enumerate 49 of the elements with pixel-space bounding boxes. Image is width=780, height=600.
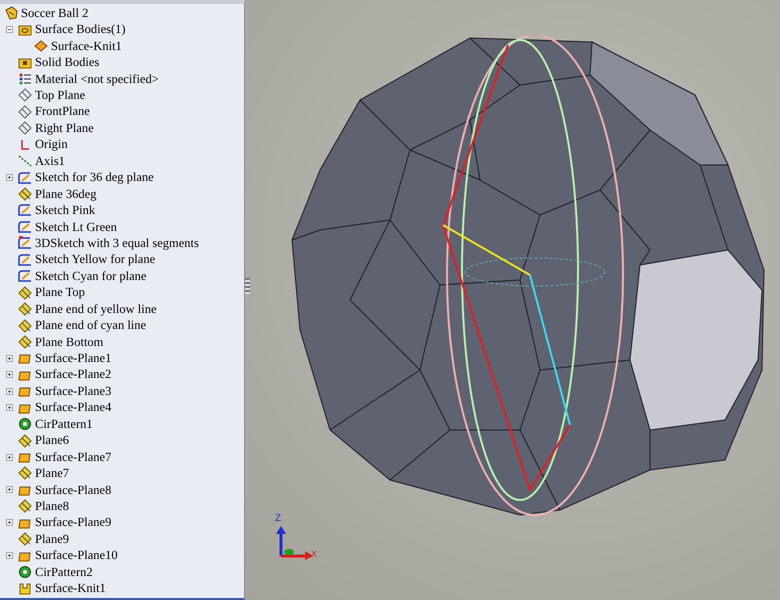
tree-item[interactable]: 3DSketch with 3 equal segments — [35, 234, 199, 253]
tree-item[interactable]: Plane9 — [35, 530, 70, 549]
tree-item[interactable]: Plane end of yellow line — [35, 300, 156, 318]
z-axis-label: Z — [275, 514, 282, 524]
expand-toggle[interactable] — [6, 486, 13, 494]
x-axis-label: X — [311, 550, 318, 559]
tree-item[interactable]: Surface-Plane8 — [35, 480, 112, 500]
tree-item[interactable]: Sketch for 36 deg plane — [35, 168, 154, 187]
tree-item[interactable]: Plane 36deg — [35, 184, 96, 204]
tree-item[interactable]: CirPattern2 — [35, 562, 93, 582]
tree-item[interactable]: Surface-Plane10 — [35, 546, 118, 566]
tree-item[interactable]: Surface-Plane9 — [35, 513, 112, 532]
tree-item[interactable]: Origin — [35, 135, 68, 154]
expand-toggle[interactable] — [6, 174, 13, 182]
tree-item[interactable]: Plane6 — [35, 431, 70, 450]
tree-item[interactable]: Plane end of cyan line — [35, 316, 146, 335]
tree-item[interactable]: Sketch Yellow for plane — [35, 250, 156, 270]
tree-item[interactable]: Top Plane — [35, 86, 86, 105]
expand-toggle[interactable] — [6, 404, 13, 412]
tree-item[interactable]: Soccer Ball 2 — [21, 4, 88, 23]
tree-item[interactable]: Plane Bottom — [35, 332, 104, 352]
tree-item[interactable]: Surface-Plane7 — [35, 448, 112, 466]
tree-item[interactable]: CirPattern1 — [35, 414, 93, 434]
tree-item[interactable]: Surface-Plane4 — [35, 398, 112, 418]
expand-toggle[interactable] — [6, 519, 13, 526]
tree-item[interactable]: FrontPlane — [35, 102, 90, 122]
tree-item[interactable]: Surface-Knit1 — [51, 36, 122, 56]
tree-item[interactable]: Surface-Plane3 — [35, 382, 112, 401]
tree-item[interactable]: Sketch Pink — [35, 201, 96, 220]
tree-item[interactable]: Plane7 — [35, 464, 70, 483]
expand-toggle[interactable] — [6, 388, 13, 395]
splitter-handle[interactable] — [245, 278, 250, 294]
tree-item[interactable]: Solid Bodies — [35, 53, 100, 72]
expand-toggle[interactable] — [6, 371, 13, 378]
tree-item[interactable]: Surface-Knit1 — [35, 579, 106, 598]
tree-item[interactable]: Surface-Plane1 — [35, 349, 112, 368]
expand-toggle[interactable] — [6, 552, 13, 560]
expand-toggle[interactable] — [6, 354, 13, 362]
tree-item[interactable]: Right Plane — [35, 118, 94, 138]
tree-item[interactable]: Axis1 — [35, 152, 65, 171]
collapse-toggle[interactable] — [6, 26, 13, 34]
expand-toggle[interactable] — [6, 454, 13, 461]
tree-item[interactable]: Sketch Lt Green — [35, 218, 117, 236]
tree-item[interactable]: Sketch Cyan for plane — [35, 266, 146, 286]
tree-item[interactable]: Surface Bodies(1) — [35, 20, 126, 40]
tree-item[interactable]: Plane Top — [35, 283, 85, 302]
tree-item[interactable]: Material <not specified> — [35, 70, 159, 88]
tree-item[interactable]: Surface-Plane2 — [35, 365, 112, 384]
tree-item[interactable]: Plane8 — [35, 496, 70, 516]
